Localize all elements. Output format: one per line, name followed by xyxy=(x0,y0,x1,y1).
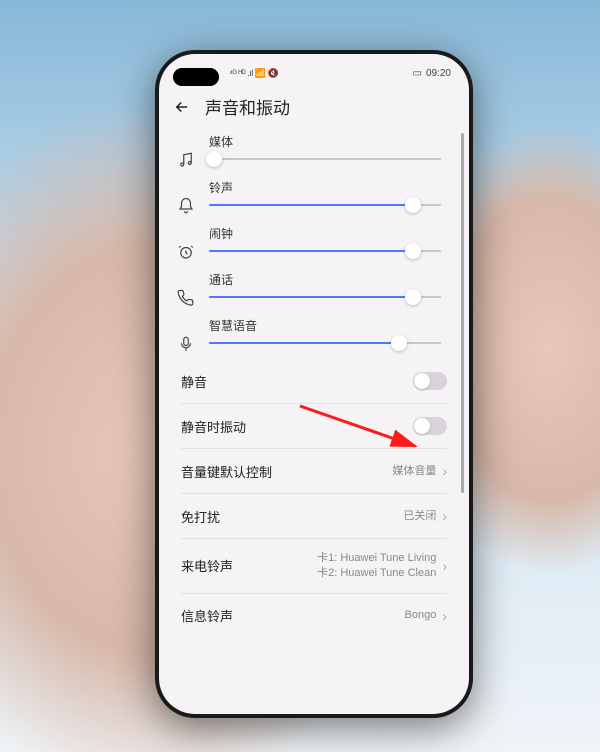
alarm-slider[interactable] xyxy=(209,250,441,252)
vibrate-toggle[interactable] xyxy=(413,417,447,435)
alarm-clock-icon xyxy=(177,243,195,261)
slider-voice: 智慧语音 xyxy=(159,313,469,359)
phone-icon xyxy=(177,289,195,307)
clock: 09:20 xyxy=(426,68,451,79)
ringtone-value: 卡1: Huawei Tune Living 卡2: Huawei Tune C… xyxy=(317,551,436,581)
mute-label: 静音 xyxy=(181,372,207,391)
vibrate-label: 静音时振动 xyxy=(181,417,246,436)
call-slider[interactable] xyxy=(209,296,441,298)
phone-device: ⁴ᴳ ᴴᴰ .ıl 📶 🔇 ▭ 09:20 声音和振动 媒体 xyxy=(155,50,473,718)
page-header: 声音和振动 xyxy=(159,88,469,129)
microphone-icon xyxy=(177,335,195,353)
slider-label: 智慧语音 xyxy=(209,317,441,334)
row-vibrate-on-mute: 静音时振动 xyxy=(159,404,469,448)
voice-slider[interactable] xyxy=(209,342,441,344)
screen: ⁴ᴳ ᴴᴰ .ıl 📶 🔇 ▭ 09:20 声音和振动 媒体 xyxy=(159,54,469,714)
slider-call: 通话 xyxy=(159,267,469,313)
slider-label: 铃声 xyxy=(209,179,441,196)
slider-label: 闹钟 xyxy=(209,225,441,242)
slider-alarm: 闹钟 xyxy=(159,221,469,267)
ringtone-label: 来电铃声 xyxy=(181,556,233,575)
row-ringtone[interactable]: 来电铃声 卡1: Huawei Tune Living 卡2: Huawei T… xyxy=(159,539,469,593)
sms-label: 信息铃声 xyxy=(181,606,233,625)
ringtone-slider[interactable] xyxy=(209,204,441,206)
slider-media: 媒体 xyxy=(159,129,469,175)
chevron-right-icon: › xyxy=(442,608,447,624)
content-scroll[interactable]: 媒体 铃声 xyxy=(159,129,469,713)
volume-key-value: 媒体音量 xyxy=(392,464,436,479)
bell-icon xyxy=(177,197,195,215)
row-dnd[interactable]: 免打扰 已关闭 › xyxy=(159,494,469,538)
dnd-value: 已关闭 xyxy=(403,509,436,524)
page-title: 声音和振动 xyxy=(205,94,290,119)
slider-label: 通话 xyxy=(209,271,441,288)
row-sms-tone[interactable]: 信息铃声 Bongo › xyxy=(159,594,469,638)
media-slider[interactable] xyxy=(209,158,441,160)
slider-ringtone: 铃声 xyxy=(159,175,469,221)
back-button[interactable] xyxy=(173,98,191,116)
sms-value: Bongo xyxy=(405,608,437,623)
signal-indicator: ⁴ᴳ ᴴᴰ .ıl 📶 🔇 xyxy=(229,68,278,79)
camera-cutout xyxy=(173,68,219,86)
row-volume-key[interactable]: 音量键默认控制 媒体音量 › xyxy=(159,449,469,493)
chevron-right-icon: › xyxy=(442,508,447,524)
scrollbar[interactable] xyxy=(461,133,464,493)
mute-toggle[interactable] xyxy=(413,372,447,390)
volume-key-label: 音量键默认控制 xyxy=(181,462,272,481)
battery-icon: ▭ xyxy=(413,68,422,79)
chevron-right-icon: › xyxy=(442,558,447,574)
music-note-icon xyxy=(177,151,195,169)
chevron-right-icon: › xyxy=(442,463,447,479)
row-mute: 静音 xyxy=(159,359,469,403)
slider-label: 媒体 xyxy=(209,133,441,150)
dnd-label: 免打扰 xyxy=(181,507,220,526)
